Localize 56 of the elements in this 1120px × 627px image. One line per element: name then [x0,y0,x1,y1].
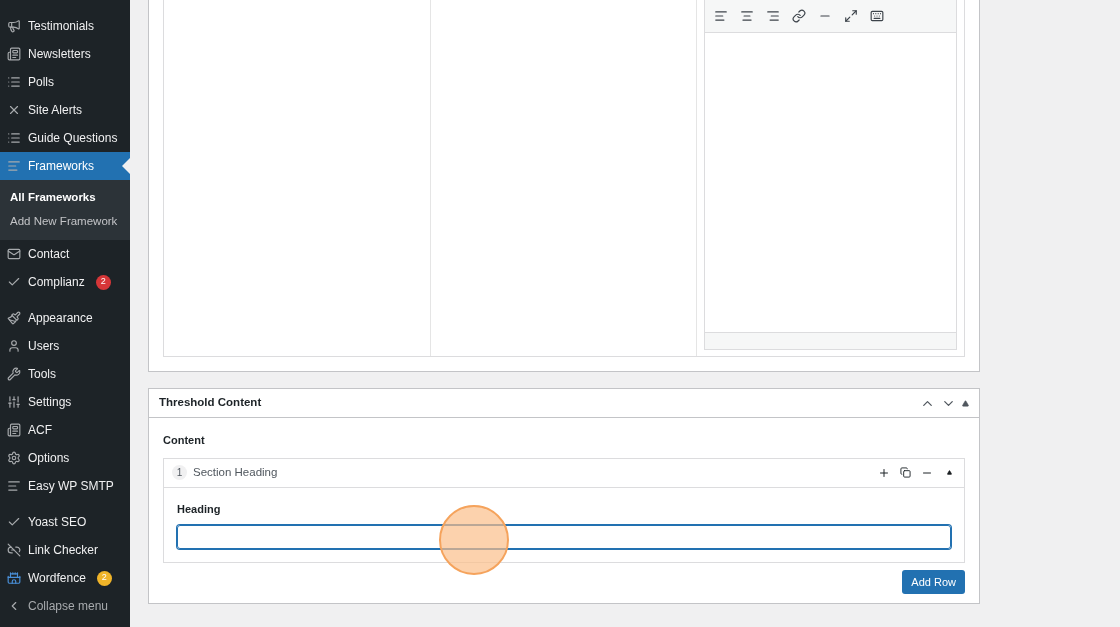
castle-icon [7,571,21,585]
heading-input[interactable] [177,525,951,549]
align-center-icon[interactable] [740,9,755,23]
field-label: Heading [177,501,222,517]
lines-icon [7,159,21,173]
broken-link-icon [7,543,21,557]
menu-item[interactable]: Guide Questions [0,124,130,152]
keyboard-icon[interactable] [870,9,885,23]
add-row-button[interactable]: Add Row [902,570,965,594]
menu-item[interactable]: Contact [0,240,130,268]
duplicate-icon[interactable] [900,467,911,478]
menu-item[interactable]: Tools [0,360,130,388]
sliders-icon [7,395,21,409]
menu-item[interactable]: Settings [0,388,130,416]
fullscreen-icon[interactable] [844,9,859,23]
settings-icon [7,451,21,465]
wrench-icon [7,367,21,381]
menu-item[interactable]: Wordfence 2 [0,564,130,592]
lines-icon [7,479,21,493]
field-label: Content [163,433,206,448]
menu-item[interactable]: Appearance [0,304,130,332]
count-badge: 2 [95,274,111,290]
menu-item[interactable]: Link Checker [0,536,130,564]
menu-item[interactable]: Options [0,444,130,472]
collapse-icon[interactable] [947,470,952,475]
menu-item[interactable]: Newsletters [0,40,130,68]
menu-item[interactable]: Collapse menu [0,592,130,620]
menu-item[interactable]: Testimonials [0,12,130,40]
list-icon [7,131,21,145]
menu-item[interactable]: Frameworks [0,152,130,180]
row-number: 1 [172,465,187,480]
menu-item[interactable]: Site Alerts [0,96,130,124]
menu-item[interactable]: Easy WP SMTP [0,472,130,500]
menu-item[interactable]: Complianz 2 [0,268,130,296]
brush-icon [7,311,21,325]
list-icon [7,75,21,89]
submenu-item[interactable]: Add New Framework [0,210,130,234]
menu-item[interactable]: Users [0,332,130,360]
menu-item[interactable]: Polls [0,68,130,96]
submenu-item[interactable]: All Frameworks [0,186,130,210]
menu-item[interactable]: ACF [0,416,130,444]
box-title: Threshold Content [159,395,263,411]
align-left-icon[interactable] [714,9,729,23]
link-icon[interactable] [792,9,807,23]
count-badge: 2 [96,570,112,586]
menu-item[interactable]: Yoast SEO [0,508,130,536]
checkmark-icon [7,275,21,289]
megaphone-icon [7,19,21,33]
add-icon[interactable] [878,466,890,479]
user-icon [7,339,21,353]
collapse-icon[interactable] [962,399,969,407]
checkmark-icon [7,515,21,529]
envelope-icon [7,247,21,261]
cross-icon [7,103,21,117]
row-title: Section Heading [193,464,279,480]
align-right-icon[interactable] [766,9,781,23]
